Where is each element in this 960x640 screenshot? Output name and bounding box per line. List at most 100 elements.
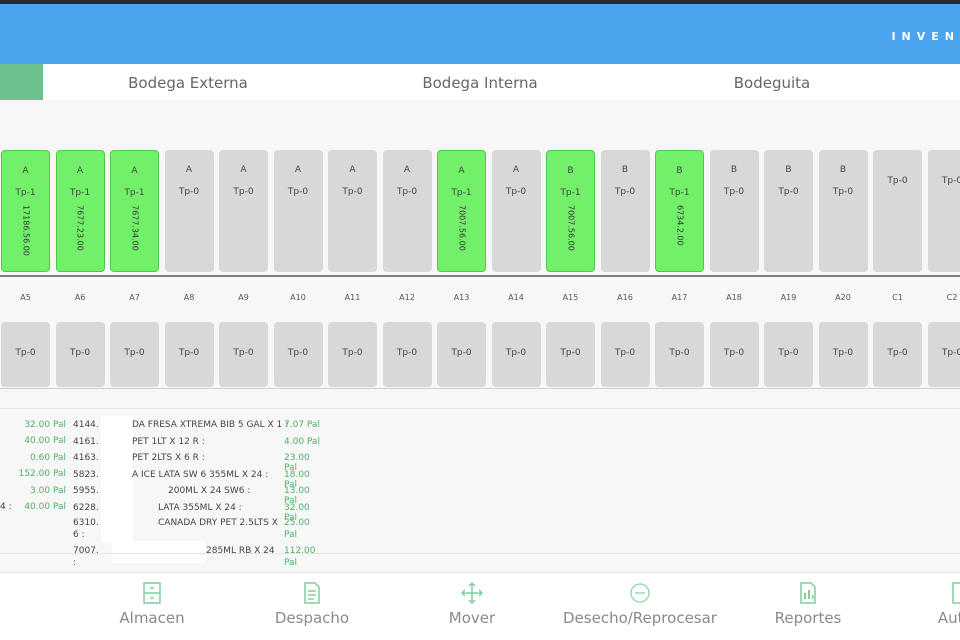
slot-value: 7007.56.00 <box>457 205 466 251</box>
toolbar-label: Reportes <box>774 609 842 627</box>
shelf-slot[interactable]: A Tp-0 <box>164 150 214 272</box>
slot-type: Tp-0 <box>505 348 527 358</box>
shelf-slot[interactable]: Tp-0 <box>437 322 486 387</box>
slot-label: A14 <box>508 293 524 302</box>
toolbar-label: Desecho/Reprocesar <box>563 609 717 627</box>
list-item-qty-unit: Pal <box>284 530 298 540</box>
cabinet-icon <box>140 581 164 605</box>
shelf-slot[interactable]: Tp-0 <box>382 322 432 387</box>
shelf-slot[interactable]: Tp-0 <box>927 322 960 387</box>
slot-type: Tp-0 <box>287 348 309 358</box>
slot-type: Tp-0 <box>342 348 363 358</box>
slot-type: Tp-0 <box>723 348 745 358</box>
toolbar-button-cabinet[interactable]: Almacen <box>92 573 212 640</box>
slot-type: Tp-0 <box>505 187 527 197</box>
tab-active-indicator[interactable] <box>0 64 43 100</box>
shelf-slot[interactable]: Tp-0 <box>873 150 922 272</box>
shelf-slot[interactable]: Tp-0 <box>546 322 595 387</box>
shelf-slot[interactable]: Tp-0 <box>764 322 813 387</box>
shelf-slot[interactable]: Tp-0 <box>600 322 650 387</box>
move-icon <box>460 581 484 605</box>
shelf-slot[interactable]: B Tp-1 7007.56.00 <box>546 150 595 272</box>
shelf-slot[interactable]: B Tp-0 <box>709 150 759 272</box>
app-header: INVEN <box>0 4 960 64</box>
report-icon <box>796 581 820 605</box>
slot-type: Tp-0 <box>832 187 854 197</box>
page-icon <box>948 581 960 605</box>
bottom-toolbar: po Almacen Despacho Mover Desecho/Reprocesar… <box>0 572 960 640</box>
tab-bodeguita[interactable]: Bodeguita <box>672 64 872 100</box>
toolbar-button-minus-circle[interactable]: Desecho/Reprocesar <box>550 573 730 640</box>
slot-letter: B <box>621 165 629 175</box>
shelf-slot[interactable]: Tp-0 <box>219 322 268 387</box>
toolbar-button-report[interactable]: Reportes <box>748 573 868 640</box>
shelf-slot[interactable]: A Tp-0 <box>491 150 541 272</box>
list-item-qty: 40.00 Pal <box>24 436 66 447</box>
tab-bodega-interna[interactable]: Bodega Interna <box>380 64 580 100</box>
shelf-slot[interactable]: A Tp-0 <box>273 150 323 272</box>
slot-type: Tp-0 <box>832 348 854 358</box>
shelf-slot[interactable]: B Tp-1 6734.2.00 <box>655 150 704 272</box>
shelf-slot[interactable]: B Tp-0 <box>764 150 813 272</box>
slot-type: Tp-1 <box>560 188 581 198</box>
shelf-slot[interactable]: A Tp-0 <box>328 150 377 272</box>
shelf-slot[interactable]: A Tp-1 7677.23.00 <box>55 150 105 272</box>
slot-label: A8 <box>183 293 195 302</box>
shelf-slot[interactable]: Tp-0 <box>491 322 541 387</box>
toolbar-button-document[interactable]: Despacho <box>252 573 372 640</box>
shelf-slot[interactable]: Tp-0 <box>873 322 922 387</box>
shelf-slot[interactable]: B Tp-0 <box>818 150 868 272</box>
slot-type: Tp-0 <box>178 187 200 197</box>
shelf-slot[interactable]: A Tp-1 7007.56.00 <box>437 150 486 272</box>
shelf-slot[interactable]: Tp-0 <box>328 322 377 387</box>
list-item-qty: 152.00 Pal <box>18 469 66 480</box>
toolbar-button-page[interactable]: Autho <box>910 573 960 640</box>
slot-type: Tp-1 <box>15 188 36 198</box>
shelf-slot[interactable]: A Tp-0 <box>219 150 268 272</box>
slot-type: Tp-1 <box>451 188 472 198</box>
slot-value: 7007.56.00 <box>566 205 575 251</box>
list-item-qty: 0.60 Pal <box>30 452 66 463</box>
toolbar-button-move[interactable]: Mover <box>412 573 532 640</box>
slot-type: Tp-0 <box>396 187 418 197</box>
shelf-slot[interactable]: Tp-0 <box>110 322 159 387</box>
shelf-slot[interactable]: Tp-0 <box>818 322 868 387</box>
app-title: INVEN <box>891 30 960 43</box>
slot-value: 7677.34.00 <box>130 205 139 251</box>
slot-letter: A <box>512 165 520 175</box>
slot-label: A20 <box>835 293 851 302</box>
redaction-mask <box>112 541 206 563</box>
slot-label: A18 <box>726 293 742 302</box>
shelf-slot[interactable]: Tp-0 <box>1 322 50 387</box>
toolbar-button-circle[interactable]: po <box>0 573 10 640</box>
shelf-slot[interactable]: A Tp-0 <box>382 150 432 272</box>
list-item-qty: 3.00 Pal <box>30 485 66 496</box>
list-item-code: 4163. <box>73 453 99 463</box>
list-item-desc: LATA 355ML X 24 : <box>158 502 242 513</box>
list-item-code: 4144. <box>73 420 99 430</box>
tab-bar: Bodega Externa Bodega Interna Bodeguita <box>0 64 960 100</box>
shelf-slot[interactable]: A Tp-1 7677.34.00 <box>110 150 159 272</box>
slot-label: A19 <box>780 293 797 302</box>
slot-type: Tp-0 <box>233 187 254 197</box>
shelf-divider <box>0 275 960 277</box>
slot-letter: B <box>676 166 683 176</box>
shelf-slot[interactable]: Tp-0 <box>273 322 323 387</box>
list-item-desc: A ICE LATA SW 6 355ML X 24 : <box>132 469 269 480</box>
shelf-slot[interactable]: Tp-0 <box>927 150 960 272</box>
shelf-slot[interactable]: B Tp-0 <box>600 150 650 272</box>
shelf-slot[interactable]: Tp-0 <box>655 322 704 387</box>
slot-type: Tp-0 <box>941 348 960 358</box>
list-item-code: 4161. <box>73 436 99 447</box>
shelf-slot[interactable]: A Tp-1 17186.56.00 <box>1 150 50 272</box>
toolbar-label: Autho <box>937 609 960 627</box>
list-item-qty: 7.07 Pal <box>284 420 320 430</box>
shelf-slot[interactable]: Tp-0 <box>709 322 759 387</box>
list-item-code: 6228. <box>73 502 99 513</box>
list-item-code-cont: : <box>73 558 77 568</box>
slot-type: Tp-0 <box>69 348 91 358</box>
shelf-slot[interactable]: Tp-0 <box>164 322 214 387</box>
shelf-slot[interactable]: Tp-0 <box>55 322 105 387</box>
tab-bodega-externa[interactable]: Bodega Externa <box>88 64 288 100</box>
toolbar-label: Mover <box>448 609 496 627</box>
